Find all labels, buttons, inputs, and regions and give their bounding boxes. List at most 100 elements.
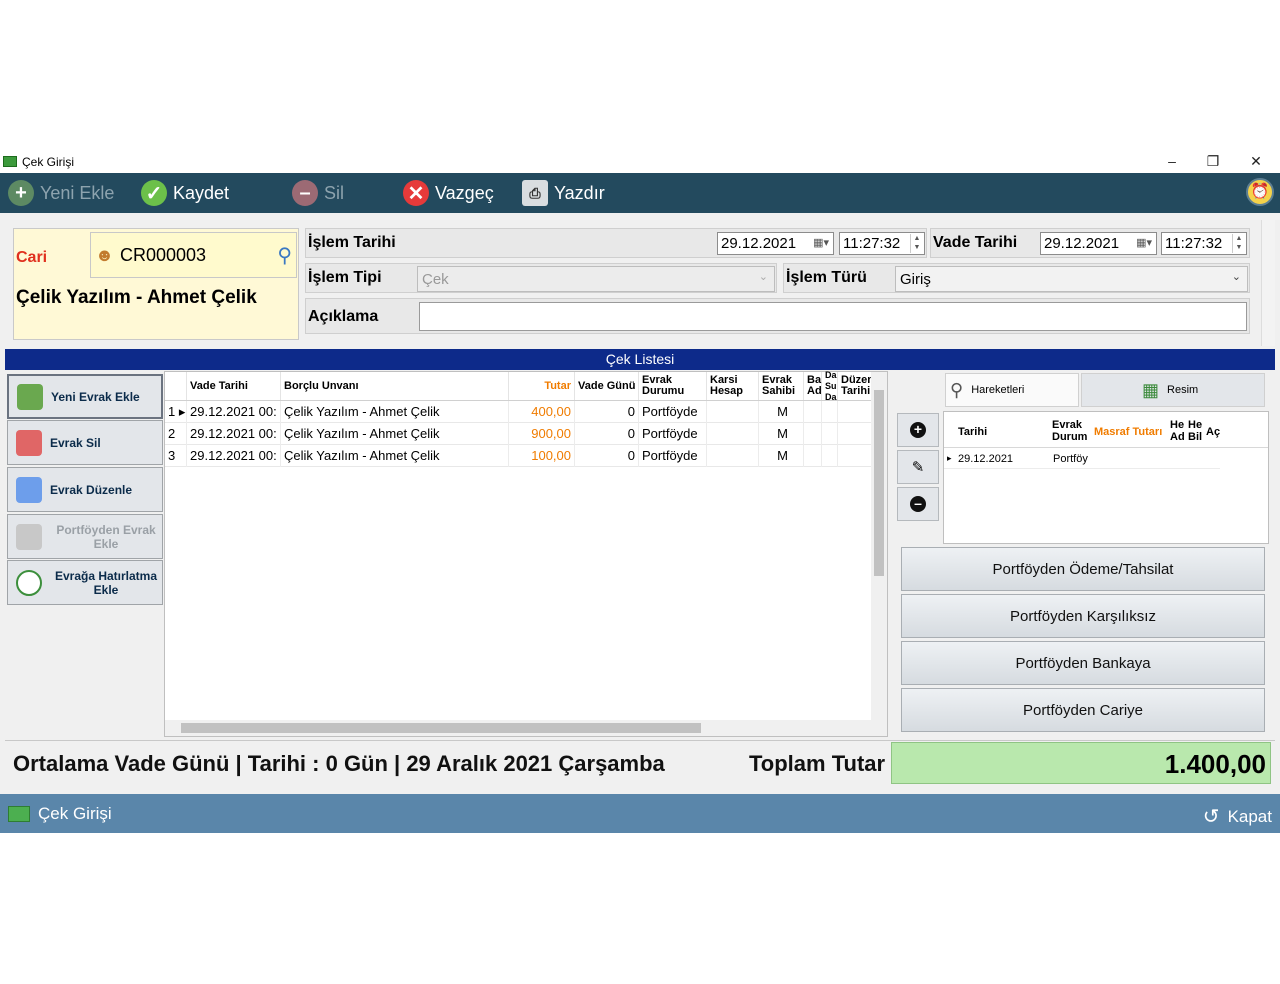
save-button[interactable]: ✓ Kaydet: [141, 178, 229, 208]
portfolio-payment-label: Portföyden Ödeme/Tahsilat: [992, 561, 1174, 578]
col-he-bil[interactable]: He Bil: [1188, 419, 1202, 443]
cari-name: Çelik Yazılım - Ahmet Çelik: [16, 287, 257, 308]
alarm-clock-icon[interactable]: ⏰: [1246, 178, 1274, 206]
cell-vade: 29.12.2021 00:: [187, 445, 281, 467]
close-window-button[interactable]: ✕: [1244, 152, 1268, 170]
calendar-icon[interactable]: ▦▾: [813, 236, 829, 249]
col-borclu-unvani[interactable]: Borçlu Unvanı: [281, 372, 509, 400]
header-scrollbar[interactable]: [1261, 220, 1275, 346]
vade-tarihi-date-picker[interactable]: 29.12.2021 ▦▾: [1040, 232, 1157, 255]
time-spin-icon[interactable]: ▲ ▼: [910, 234, 923, 253]
new-document-button[interactable]: Yeni Evrak Ekle: [7, 374, 163, 419]
aciklama-input[interactable]: [419, 302, 1247, 331]
restore-button[interactable]: ❐: [1201, 152, 1225, 170]
cell-evrak-sahibi: M: [759, 445, 804, 467]
col-masraf-tutari[interactable]: Masraf Tutarı: [1094, 426, 1162, 438]
col-ba[interactable]: Ba Ad: [804, 372, 822, 400]
average-due-summary: Ortalama Vade Günü | Tarihi : 0 Gün | 29…: [13, 751, 665, 776]
col-duzen-tarihi[interactable]: Düzen Tarihi: [838, 372, 874, 400]
cell-tutar: 400,00: [509, 401, 575, 423]
islem-tarihi-date-picker[interactable]: 29.12.2021 ▦▾: [717, 232, 834, 255]
calendar-icon[interactable]: ▦▾: [1136, 236, 1152, 249]
cari-code-field[interactable]: ☻ CR000003 ⚲: [90, 232, 297, 278]
printer-icon: ⎙: [522, 180, 548, 206]
cari-label: Cari: [16, 249, 48, 266]
table-row[interactable]: 3 29.12.2021 00: Çelik Yazılım - Ahmet Ç…: [165, 445, 874, 467]
islem-turu-value: Giriş: [900, 271, 931, 288]
portfolio-payment-button[interactable]: Portföyden Ödeme/Tahsilat: [901, 547, 1265, 591]
portfolio-icon: [16, 523, 42, 550]
clock-icon: [16, 569, 42, 596]
col-vade-tarihi[interactable]: Vade Tarihi: [187, 372, 281, 400]
col-evrak-durumu[interactable]: Evrak Durumu: [639, 372, 707, 400]
col-he-ad[interactable]: He Ad: [1170, 419, 1185, 443]
cancel-button[interactable]: ✕ Vazgeç: [403, 178, 494, 208]
portfolio-bounced-button[interactable]: Portföyden Karşılıksız: [901, 594, 1265, 638]
cell-duzen: [838, 401, 874, 423]
table-row[interactable]: 2 29.12.2021 00: Çelik Yazılım - Ahmet Ç…: [165, 423, 874, 445]
app-icon: [3, 156, 17, 167]
chevron-down-icon: ⌄: [758, 271, 768, 283]
col-tutar[interactable]: Tutar: [509, 372, 575, 400]
scrollbar-thumb[interactable]: [181, 723, 701, 733]
print-button[interactable]: ⎙ Yazdır: [522, 178, 605, 208]
col-evrak-durum[interactable]: Evrak Durum: [1052, 419, 1090, 443]
col-ac[interactable]: Aç: [1206, 426, 1220, 438]
new-button[interactable]: + Yeni Ekle: [8, 178, 114, 208]
vade-tarihi-time-picker[interactable]: 11:27:32 ▲ ▼: [1161, 232, 1247, 255]
table-row[interactable]: 1 ▸ 29.12.2021 00: Çelik Yazılım - Ahmet…: [165, 401, 874, 423]
col-vade-gunu[interactable]: Vade Günü: [575, 372, 639, 400]
islem-tipi-value: Çek: [422, 271, 449, 288]
islem-turu-label: İşlem Türü: [786, 269, 867, 286]
title-bar: Çek Girişi – ❐ ✕: [0, 150, 1280, 173]
portfolio-to-bank-label: Portföyden Bankaya: [1015, 655, 1151, 672]
plus-circle-icon: +: [910, 422, 926, 438]
time-spin-icon[interactable]: ▲ ▼: [1232, 234, 1245, 253]
row-number: 2: [165, 423, 187, 445]
aciklama-row: Açıklama: [305, 298, 1250, 334]
islem-turu-select[interactable]: Giriş ⌄: [895, 266, 1248, 292]
cheque-grid[interactable]: Vade Tarihi Borçlu Unvanı Tutar Vade Gün…: [164, 370, 888, 737]
edit-document-button[interactable]: Evrak Düzenle: [7, 467, 163, 512]
cell-da: [822, 423, 838, 445]
col-tarihi[interactable]: Tarihi: [958, 426, 987, 438]
add-movement-button[interactable]: +: [897, 413, 939, 447]
plus-icon: +: [8, 180, 34, 206]
movement-row[interactable]: ▸ 29.12.2021 Portföy: [944, 449, 1220, 469]
col-da[interactable]: Da Su Da: [822, 370, 838, 402]
close-form-button[interactable]: ↺ Kapat: [1203, 804, 1272, 829]
grid-horizontal-scrollbar[interactable]: [165, 720, 887, 736]
cell-tutar: 100,00: [509, 445, 575, 467]
edit-movement-button[interactable]: ✎: [897, 450, 939, 484]
tab-resim[interactable]: ▦ Resim: [1081, 373, 1265, 407]
scrollbar-thumb[interactable]: [874, 390, 884, 576]
delete-document-button[interactable]: Evrak Sil: [7, 420, 163, 465]
cell-da: [822, 401, 838, 423]
islem-tipi-select[interactable]: Çek ⌄: [417, 266, 775, 292]
search-icon[interactable]: ⚲: [277, 243, 292, 268]
cheque-icon: [8, 806, 30, 822]
islem-tarihi-time-picker[interactable]: 11:27:32 ▲ ▼: [839, 232, 925, 255]
row-number: 3: [165, 445, 187, 467]
col-evrak-sahibi[interactable]: Evrak Sahibi: [759, 372, 804, 400]
cancel-button-label: Vazgeç: [435, 182, 494, 203]
movements-grid[interactable]: Tarihi Evrak Durum Masraf Tutarı He Ad H…: [943, 411, 1269, 544]
new-document-icon: [17, 383, 43, 410]
remove-movement-button[interactable]: –: [897, 487, 939, 521]
grid-header: Vade Tarihi Borçlu Unvanı Tutar Vade Gün…: [165, 370, 887, 402]
portfolio-to-bank-button[interactable]: Portföyden Bankaya: [901, 641, 1265, 685]
islem-tarihi-time-value: 11:27:32: [843, 235, 901, 252]
add-reminder-button[interactable]: Evrağa Hatırlatma Ekle: [7, 560, 163, 605]
portfolio-to-account-button[interactable]: Portföyden Cariye: [901, 688, 1265, 732]
movement-tarihi: 29.12.2021: [958, 453, 1014, 465]
delete-button[interactable]: – Sil: [292, 178, 344, 208]
window-title: Çek Girişi: [22, 155, 75, 169]
minimize-button[interactable]: –: [1160, 152, 1184, 170]
tab-hareketleri[interactable]: ⚲ Hareketleri: [945, 373, 1079, 407]
add-from-portfolio-button[interactable]: Portföyden Evrak Ekle: [7, 514, 163, 559]
col-karsi-hesap[interactable]: Karsi Hesap: [707, 372, 759, 400]
new-document-label: Yeni Evrak Ekle: [51, 389, 140, 404]
grid-vertical-scrollbar[interactable]: [871, 372, 887, 720]
islem-tarihi-date-value: 29.12.2021: [721, 235, 797, 252]
magnifier-icon: ⚲: [950, 379, 964, 400]
